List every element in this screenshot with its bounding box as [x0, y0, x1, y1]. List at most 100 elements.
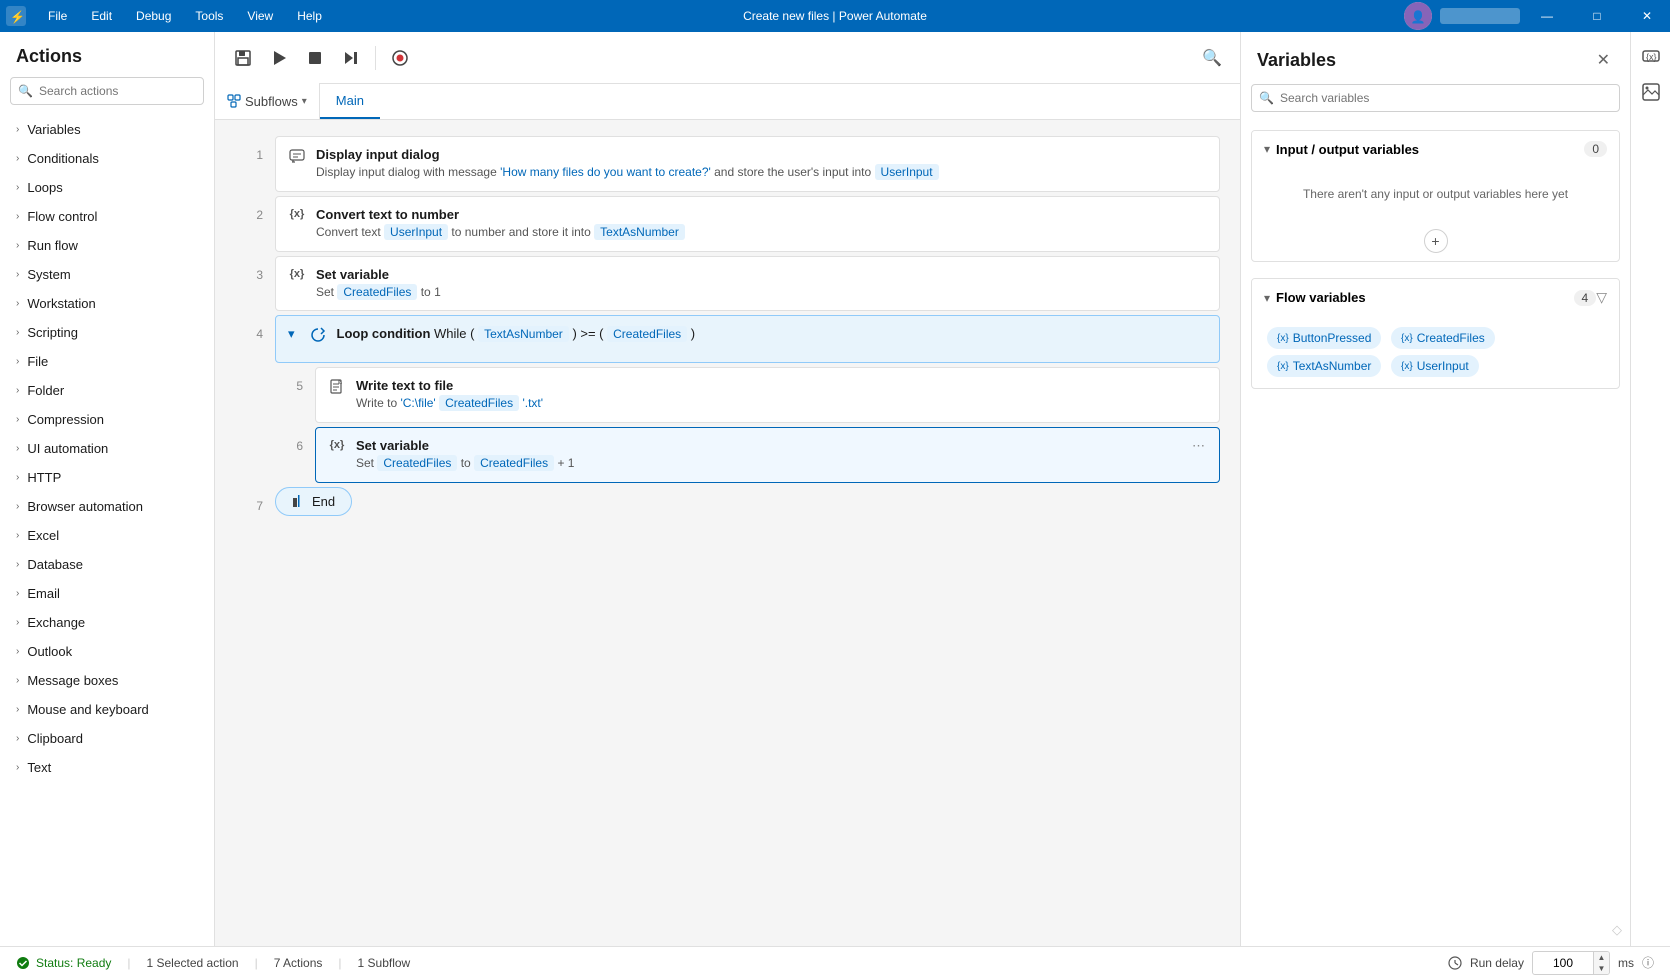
subflows-label: Subflows — [245, 94, 298, 109]
action-item-file[interactable]: ›File — [0, 347, 214, 376]
run-button[interactable] — [263, 42, 295, 74]
action-item-system[interactable]: ›System — [0, 260, 214, 289]
menu-file[interactable]: File — [36, 0, 79, 32]
center-panel: 🔍 Subflows ▾ Main 1 Display inpu — [215, 32, 1240, 946]
close-button[interactable]: ✕ — [1624, 0, 1670, 32]
step-number-2: 2 — [235, 196, 275, 222]
step-card-4[interactable]: ▾ Loop condition While ( TextAsNumber ) … — [275, 315, 1220, 363]
setvariable2-icon: {x} — [328, 439, 346, 451]
actions-count: 7 Actions — [274, 956, 323, 970]
images-icon-btn[interactable] — [1635, 76, 1667, 108]
action-item-excel[interactable]: ›Excel — [0, 521, 214, 550]
step-title-6: Set variable — [356, 438, 1207, 453]
minimize-button[interactable]: — — [1524, 0, 1570, 32]
dialog-icon — [288, 148, 306, 167]
search-variables-input[interactable] — [1251, 84, 1620, 112]
search-actions-box: 🔍 — [10, 77, 204, 105]
action-item-ui-automation[interactable]: ›UI automation — [0, 434, 214, 463]
flow-vars-section-header[interactable]: ▾ Flow variables 4 ▽ — [1252, 279, 1619, 316]
delay-spin-up[interactable]: ▲ — [1593, 952, 1609, 963]
actions-panel: Actions 🔍 ›Variables ›Conditionals ›Loop… — [0, 32, 215, 946]
selected-action-count: 1 Selected action — [147, 956, 239, 970]
var-chip-textasnumber[interactable]: {x} TextAsNumber — [1267, 355, 1381, 377]
flow-step-7: 7 End — [235, 487, 1220, 516]
search-variables-box: 🔍 — [1251, 84, 1620, 112]
variables-icon-btn[interactable]: {x} — [1635, 40, 1667, 72]
io-chevron-icon: ▾ — [1264, 142, 1270, 156]
action-item-folder[interactable]: ›Folder — [0, 376, 214, 405]
step-desc-2: Convert text UserInput to number and sto… — [316, 224, 1207, 241]
variables-title: Variables — [1257, 50, 1336, 71]
action-item-email[interactable]: ›Email — [0, 579, 214, 608]
menu-debug[interactable]: Debug — [124, 0, 183, 32]
action-item-browser-automation[interactable]: ›Browser automation — [0, 492, 214, 521]
menu-view[interactable]: View — [235, 0, 285, 32]
action-item-database[interactable]: ›Database — [0, 550, 214, 579]
step-title-4: Loop condition While ( TextAsNumber ) >=… — [337, 326, 1207, 341]
variables-spacer — [1241, 397, 1630, 914]
flow-vars-chevron-icon: ▾ — [1264, 291, 1270, 305]
flow-vars-filter-icon[interactable]: ▽ — [1596, 289, 1607, 306]
io-add-button[interactable]: + — [1424, 229, 1448, 253]
input-output-section-header[interactable]: ▾ Input / output variables 0 — [1252, 131, 1619, 167]
status-sep-1: | — [127, 956, 130, 970]
run-delay-input[interactable] — [1533, 953, 1593, 973]
menu-edit[interactable]: Edit — [79, 0, 124, 32]
action-item-text[interactable]: ›Text — [0, 753, 214, 782]
maximize-button[interactable]: □ — [1574, 0, 1620, 32]
menu-tools[interactable]: Tools — [183, 0, 235, 32]
var-chip-createdfiles[interactable]: {x} CreatedFiles — [1391, 327, 1495, 349]
action-item-workstation[interactable]: ›Workstation — [0, 289, 214, 318]
loop-chevron[interactable]: ▾ — [288, 326, 295, 342]
step-title-1: Display input dialog — [316, 147, 1207, 162]
step-card-6[interactable]: {x} Set variable Set CreatedFiles to Cre… — [315, 427, 1220, 483]
action-item-compression[interactable]: ›Compression — [0, 405, 214, 434]
step-card-2[interactable]: {x} Convert text to number Convert text … — [275, 196, 1220, 252]
action-item-outlook[interactable]: ›Outlook — [0, 637, 214, 666]
step-card-5[interactable]: Write text to file Write to 'C:\file' Cr… — [315, 367, 1220, 423]
svg-text:⚡: ⚡ — [10, 10, 25, 24]
action-item-message-boxes[interactable]: ›Message boxes — [0, 666, 214, 695]
tab-main[interactable]: Main — [320, 83, 380, 119]
step-title-5: Write text to file — [356, 378, 1207, 393]
flow-canvas: 1 Display input dialog Display input dia… — [215, 120, 1240, 946]
variables-close-button[interactable]: ✕ — [1593, 46, 1614, 74]
io-count-badge: 0 — [1584, 141, 1607, 157]
action-item-exchange[interactable]: ›Exchange — [0, 608, 214, 637]
menu-help[interactable]: Help — [285, 0, 334, 32]
action-item-flow-control[interactable]: ›Flow control — [0, 202, 214, 231]
action-item-run-flow[interactable]: ›Run flow — [0, 231, 214, 260]
var-chip-userinput[interactable]: {x} UserInput — [1391, 355, 1479, 377]
step-more-button[interactable]: ⋯ — [1186, 436, 1211, 456]
step-content-4: Loop condition While ( TextAsNumber ) >=… — [337, 326, 1207, 341]
search-button[interactable]: 🔍 — [1196, 42, 1228, 74]
action-item-conditionals[interactable]: ›Conditionals — [0, 144, 214, 173]
delay-spin-down[interactable]: ▼ — [1593, 963, 1609, 974]
info-icon[interactable]: ⓘ — [1642, 954, 1654, 971]
step-card-1[interactable]: Display input dialog Display input dialo… — [275, 136, 1220, 192]
step-title-3: Set variable — [316, 267, 1207, 282]
run-delay-ms: ms — [1618, 956, 1634, 970]
step-button[interactable] — [335, 42, 367, 74]
action-item-clipboard[interactable]: ›Clipboard — [0, 724, 214, 753]
action-item-http[interactable]: ›HTTP — [0, 463, 214, 492]
record-button[interactable] — [384, 42, 416, 74]
action-item-scripting[interactable]: ›Scripting — [0, 318, 214, 347]
var-chip-buttonpressed[interactable]: {x} ButtonPressed — [1267, 327, 1381, 349]
subflows-button[interactable]: Subflows ▾ — [215, 83, 320, 119]
search-actions-input[interactable] — [10, 77, 204, 105]
user-avatar[interactable]: 👤 — [1404, 2, 1432, 30]
save-button[interactable] — [227, 42, 259, 74]
io-empty-text: There aren't any input or output variabl… — [1252, 167, 1619, 221]
flow-step-5: 5 Write text to file Write to 'C:\file' … — [235, 367, 1220, 423]
step-number-7: 7 — [235, 487, 275, 513]
variables-panel: Variables ✕ 🔍 ▾ Input / output variables… — [1240, 32, 1630, 946]
search-actions-icon: 🔍 — [18, 84, 33, 98]
end-badge[interactable]: End — [275, 487, 352, 516]
action-item-mouse-keyboard[interactable]: ›Mouse and keyboard — [0, 695, 214, 724]
action-item-loops[interactable]: ›Loops — [0, 173, 214, 202]
flow-step-1: 1 Display input dialog Display input dia… — [235, 136, 1220, 192]
action-item-variables[interactable]: ›Variables — [0, 115, 214, 144]
step-card-3[interactable]: {x} Set variable Set CreatedFiles to 1 — [275, 256, 1220, 312]
stop-button[interactable] — [299, 42, 331, 74]
